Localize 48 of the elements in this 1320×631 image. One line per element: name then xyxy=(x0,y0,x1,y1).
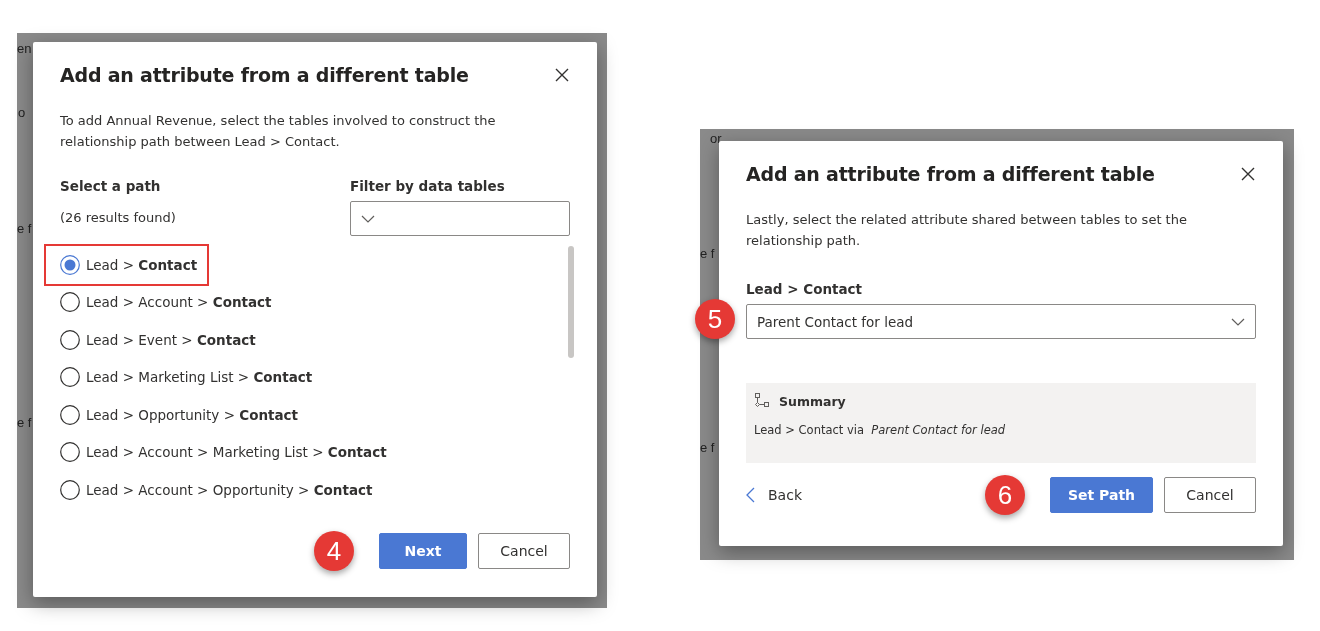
background-text: en xyxy=(17,41,32,56)
relationship-icon xyxy=(754,393,770,409)
section-label: Select a path xyxy=(60,178,162,194)
primary-button[interactable]: Next xyxy=(379,533,467,569)
path-option[interactable]: Lead > Event > Contact xyxy=(46,321,266,359)
background-text: e f xyxy=(700,440,715,455)
chevron-down-icon xyxy=(1231,317,1245,326)
path-option[interactable]: Lead > Account > Opportunity > Contact xyxy=(46,471,383,509)
background-text: e f xyxy=(17,415,32,430)
path-option[interactable]: Lead > Marketing List > Contact xyxy=(46,358,323,396)
background-text: e f xyxy=(700,246,715,261)
primary-button[interactable]: Set Path xyxy=(1050,477,1153,513)
radio-button[interactable] xyxy=(60,254,80,275)
cancel-button[interactable]: Cancel xyxy=(1164,477,1256,513)
path-option[interactable]: Lead > Contact xyxy=(46,246,208,284)
background-text: o xyxy=(18,105,26,120)
radio-button[interactable] xyxy=(60,442,80,463)
background-text: or xyxy=(710,131,722,146)
path-option[interactable]: Lead > Opportunity > Contact xyxy=(46,396,309,434)
filter-dropdown[interactable] xyxy=(350,201,570,236)
close-icon[interactable] xyxy=(554,67,570,83)
radio-button[interactable] xyxy=(60,404,80,425)
step-badge: 6 xyxy=(985,475,1025,515)
close-icon[interactable] xyxy=(1240,166,1256,182)
path-option[interactable]: Lead > Account > Contact xyxy=(46,283,282,321)
chevron-left-icon xyxy=(746,487,756,503)
dialog-title: Add an attribute from a different table xyxy=(60,64,469,86)
radio-button[interactable] xyxy=(60,292,80,313)
radio-button[interactable] xyxy=(60,479,80,500)
chevron-down-icon xyxy=(361,214,375,223)
back-button[interactable]: Back xyxy=(746,487,802,503)
summary-title: Summary xyxy=(779,393,846,409)
field-label: Filter by data tables xyxy=(350,178,506,194)
attribute-dropdown[interactable]: Parent Contact for lead xyxy=(746,304,1256,339)
step-badge: 4 xyxy=(314,531,354,571)
summary-text: Lead > Contact via Parent Contact for lead xyxy=(754,423,1007,437)
results-count: (26 results found) xyxy=(60,210,176,225)
background-text: e f xyxy=(17,221,32,236)
cancel-button[interactable]: Cancel xyxy=(478,533,570,569)
scrollbar[interactable] xyxy=(568,246,574,358)
radio-button[interactable] xyxy=(60,329,80,350)
dialog-title: Add an attribute from a different table xyxy=(746,163,1155,185)
dialog-description: To add Annual Revenue, select the tables involved to construct the relationship path between Lead > Contact. xyxy=(60,112,497,151)
step-badge: 5 xyxy=(695,299,735,339)
radio-button[interactable] xyxy=(60,367,80,388)
dialog-description: Lastly, select the related attribute shared between tables to set the relationship path. xyxy=(746,211,1188,250)
field-label: Lead > Contact xyxy=(746,281,864,297)
path-option[interactable]: Lead > Account > Marketing List > Contact xyxy=(46,433,397,471)
